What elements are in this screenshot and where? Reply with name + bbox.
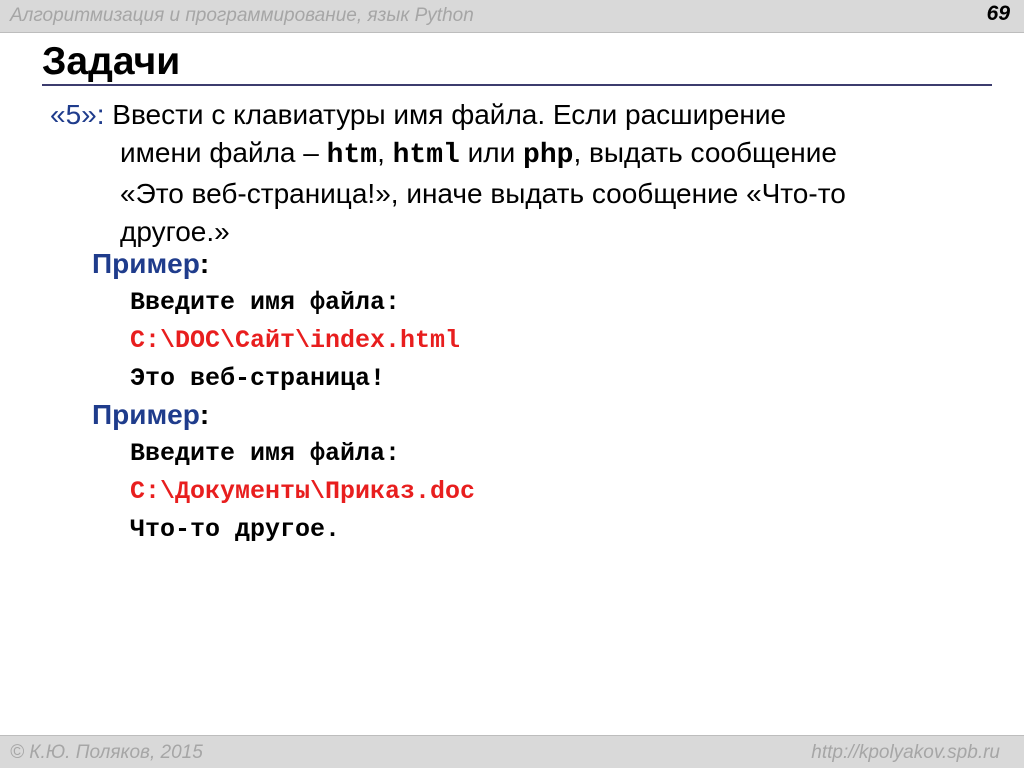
- task-line-1: «5»: Ввести с клавиатуры имя файла. Если…: [50, 96, 970, 134]
- task-comma: ,: [377, 137, 393, 168]
- example-1-code: Введите имя файла: C:\DOC\Сайт\index.html…: [130, 284, 460, 398]
- example-1-label-text: Пример: [92, 248, 200, 279]
- example-2-code: Введите имя файла: C:\Документы\Приказ.do…: [130, 435, 475, 549]
- task-text: «5»: Ввести с клавиатуры имя файла. Если…: [50, 96, 970, 251]
- task-or: или: [459, 137, 524, 168]
- example-1-input: C:\DOC\Сайт\index.html: [130, 326, 461, 355]
- slide-header: Алгоритмизация и программирование, язык …: [0, 0, 1024, 33]
- task-text-1: Ввести с клавиатуры имя файла. Если расш…: [104, 99, 787, 130]
- footer-author: © К.Ю. Поляков, 2015: [10, 742, 203, 763]
- slide-title: Задачи: [42, 40, 181, 83]
- course-title: Алгоритмизация и программирование, язык …: [10, 5, 474, 26]
- example-1-label: Пример:: [92, 248, 209, 280]
- footer-url[interactable]: http://kpolyakov.spb.ru: [811, 742, 1000, 764]
- example-2-colon: :: [199, 399, 210, 430]
- example-2-input: C:\Документы\Приказ.doc: [130, 477, 476, 506]
- example-2-prompt: Введите имя файла:: [130, 439, 401, 468]
- example-2-label: Пример:: [92, 399, 209, 431]
- slide-footer: © К.Ю. Поляков, 2015 http://kpolyakov.sp…: [0, 735, 1024, 768]
- task-text-2b: , выдать сообщение: [573, 137, 837, 168]
- example-1-colon: :: [199, 248, 210, 279]
- ext-html: html: [392, 140, 460, 171]
- page-number: 69: [986, 2, 1010, 25]
- example-1-output: Это веб-страница!: [130, 364, 386, 393]
- example-1-prompt: Введите имя файла:: [130, 288, 401, 317]
- example-2-output: Что-то другое.: [130, 515, 341, 544]
- ext-php: php: [523, 140, 574, 171]
- task-number: «5»:: [50, 99, 105, 130]
- task-line-2: имени файла – htm, html или php, выдать …: [50, 134, 970, 175]
- task-text-2a: имени файла –: [120, 137, 327, 168]
- ext-htm: htm: [326, 140, 378, 171]
- task-line-4: другое.»: [120, 216, 230, 247]
- title-divider: [42, 84, 992, 86]
- example-2-label-text: Пример: [92, 399, 200, 430]
- task-line-3: «Это веб-страница!», иначе выдать сообще…: [120, 178, 846, 209]
